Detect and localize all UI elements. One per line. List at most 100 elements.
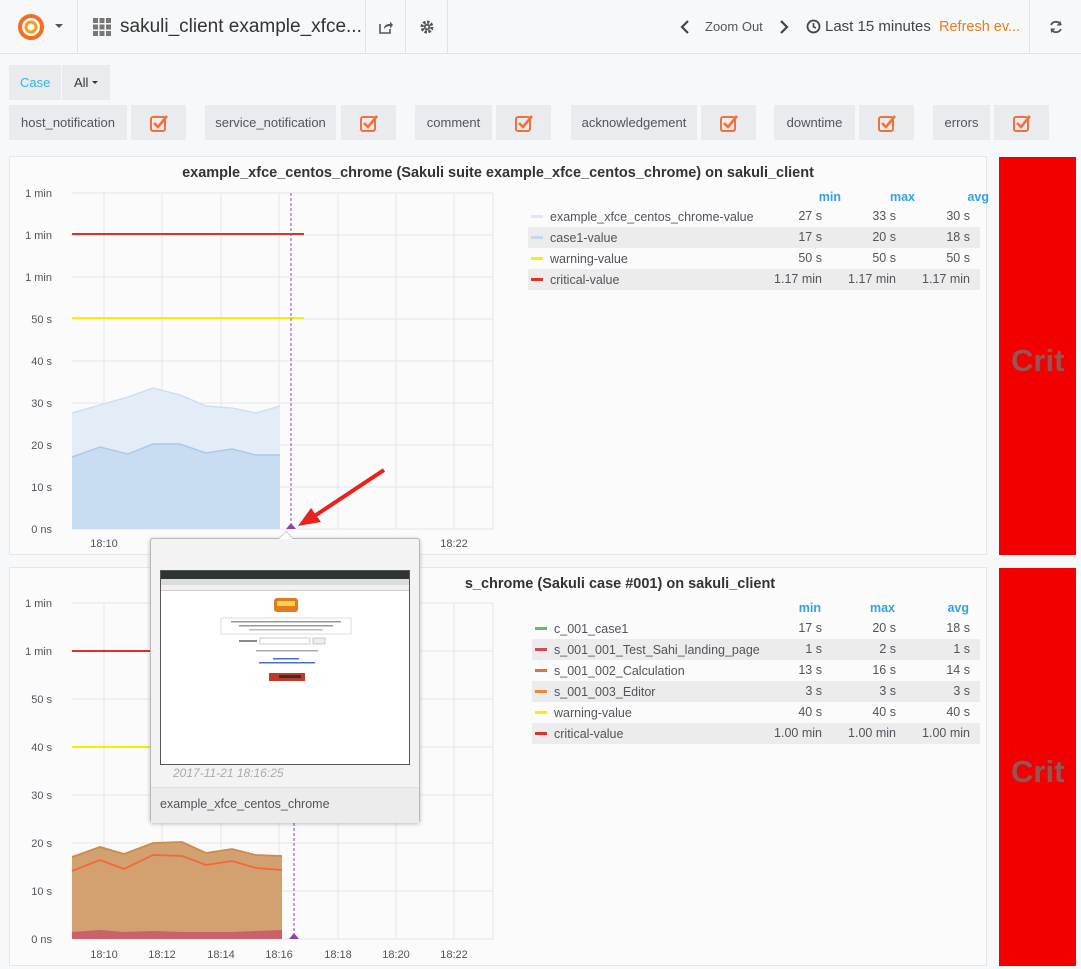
annotation-toggle-downtime[interactable]	[859, 105, 914, 140]
legend-header-avg[interactable]: avg	[909, 601, 969, 615]
legend-avg: 18 s	[946, 621, 970, 635]
annotation-label-service-notification: service_notification	[205, 105, 336, 140]
legend-avg: 18 s	[946, 230, 970, 244]
legend-avg: 1.00 min	[922, 726, 970, 740]
y-tick: 40 s	[31, 742, 52, 754]
annotation-toggle-host-notification[interactable]	[131, 105, 186, 140]
checkbox-checked-icon	[719, 114, 738, 132]
legend-swatch	[535, 690, 547, 693]
refresh-button[interactable]	[1029, 0, 1081, 54]
annotation-marker-icon[interactable]	[286, 523, 296, 529]
case-variable-select[interactable]: All	[62, 65, 111, 100]
settings-button[interactable]	[406, 0, 448, 54]
status-text: Crit	[1011, 754, 1065, 789]
series-case1-value-area	[72, 444, 280, 529]
dashboard-grid-icon	[93, 18, 111, 36]
dashboard-title: sakuli_client example_xfce...	[120, 16, 362, 37]
y-tick: 1 min	[25, 272, 52, 284]
checkbox-checked-icon	[359, 114, 378, 132]
legend-min: 50 s	[798, 251, 822, 265]
legend-row[interactable]: critical-value 1.17 min 1.17 min 1.17 mi…	[528, 269, 980, 290]
checkbox-checked-icon	[514, 114, 533, 132]
zoom-out-button[interactable]: Zoom Out	[705, 19, 763, 34]
legend-series-name: s_001_003_Editor	[554, 684, 656, 699]
grafana-menu-button[interactable]	[0, 0, 78, 54]
annotation-label-downtime: downtime	[774, 105, 855, 140]
annotation-toggle-errors[interactable]	[994, 105, 1049, 140]
status-text: Crit	[1011, 343, 1065, 378]
legend-header-max[interactable]: max	[855, 190, 915, 204]
legend-swatch	[535, 669, 547, 672]
legend-min: 27 s	[798, 209, 822, 223]
y-tick: 50 s	[31, 314, 52, 326]
legend-swatch	[531, 215, 543, 218]
annotation-time: 2017-11-21 18:16:25	[173, 766, 284, 780]
legend-swatch	[535, 711, 547, 714]
share-button[interactable]	[366, 0, 406, 54]
y-tick: 50 s	[31, 694, 52, 706]
error-screenshot[interactable]	[160, 570, 410, 765]
legend-table: min max avg c_001_case1 17 s 20 s 18 s s…	[532, 600, 980, 750]
chevron-down-icon	[55, 24, 63, 28]
legend-series-name: example_xfce_centos_chrome-value	[550, 209, 754, 224]
legend-header-max[interactable]: max	[835, 601, 895, 615]
y-tick: 10 s	[31, 886, 52, 898]
legend-header-min[interactable]: min	[781, 190, 841, 204]
x-tick: 18:14	[207, 949, 235, 961]
chevron-left-icon[interactable]	[675, 17, 695, 37]
legend-header-min[interactable]: min	[761, 601, 821, 615]
annotation-label-acknowledgement: acknowledgement	[571, 105, 697, 140]
checkbox-checked-icon	[149, 114, 168, 132]
annotation-marker-icon[interactable]	[289, 933, 299, 939]
legend-row[interactable]: example_xfce_centos_chrome-value 27 s 33…	[528, 206, 980, 227]
legend-max: 20 s	[872, 621, 896, 635]
annotation-toggle-comment[interactable]	[496, 105, 551, 140]
annotation-label-comment: comment	[415, 105, 492, 140]
annotation-toggle-acknowledgement[interactable]	[701, 105, 756, 140]
legend-swatch	[531, 257, 543, 260]
checkbox-checked-icon	[1012, 114, 1031, 132]
legend-avg: 30 s	[946, 209, 970, 223]
x-tick: 18:22	[440, 538, 468, 550]
legend-max: 2 s	[879, 642, 896, 656]
legend-row[interactable]: c_001_case1 17 s 20 s 18 s	[532, 618, 980, 639]
y-tick: 20 s	[31, 440, 52, 452]
case-variable-value: All	[74, 75, 89, 90]
legend-max: 33 s	[872, 209, 896, 223]
red-arrow-head-icon	[298, 508, 321, 526]
legend-row[interactable]: s_001_003_Editor 3 s 3 s 3 s	[532, 681, 980, 702]
refresh-interval-label[interactable]: Refresh ev...	[939, 19, 1020, 35]
grafana-logo-icon	[18, 14, 44, 40]
legend-max: 16 s	[872, 663, 896, 677]
legend-max: 50 s	[872, 251, 896, 265]
legend-min: 17 s	[798, 621, 822, 635]
time-range-picker[interactable]: Last 15 minutes	[806, 18, 931, 35]
legend-max: 1.00 min	[848, 726, 896, 740]
annotation-toggle-service-notification[interactable]	[341, 105, 396, 140]
chevron-right-icon[interactable]	[774, 17, 794, 37]
screenshot-content	[220, 598, 352, 681]
legend-row[interactable]: s_001_001_Test_Sahi_landing_page 1 s 2 s…	[532, 639, 980, 660]
annotation-label-host-notification: host_notification	[9, 105, 127, 140]
time-range-label: Last 15 minutes	[825, 18, 931, 35]
legend-min: 1.17 min	[774, 272, 822, 286]
checkbox-checked-icon	[877, 114, 896, 132]
legend-series-name: warning-value	[550, 251, 628, 266]
legend-series-name: s_001_002_Calculation	[554, 663, 685, 678]
legend-row[interactable]: warning-value 40 s 40 s 40 s	[532, 702, 980, 723]
legend-row[interactable]: critical-value 1.00 min 1.00 min 1.00 mi…	[532, 723, 980, 744]
y-tick: 1 min	[25, 230, 52, 242]
legend-max: 20 s	[872, 230, 896, 244]
legend-avg: 40 s	[946, 705, 970, 719]
y-tick: 1 min	[25, 598, 52, 610]
graph-canvas[interactable]: 1 min 1 min 1 min 50 s 40 s 30 s 20 s 10…	[10, 157, 510, 556]
legend-series-name: critical-value	[554, 726, 624, 741]
legend-header-avg[interactable]: avg	[929, 190, 989, 204]
legend-row[interactable]: s_001_002_Calculation 13 s 16 s 14 s	[532, 660, 980, 681]
legend-row[interactable]: warning-value 50 s 50 s 50 s	[528, 248, 980, 269]
x-tick: 18:10	[90, 538, 118, 550]
legend-min: 1.00 min	[774, 726, 822, 740]
status-panel-case: Crit	[999, 568, 1076, 966]
dashboard-picker[interactable]: sakuli_client example_xfce...	[78, 0, 366, 54]
legend-row[interactable]: case1-value 17 s 20 s 18 s	[528, 227, 980, 248]
